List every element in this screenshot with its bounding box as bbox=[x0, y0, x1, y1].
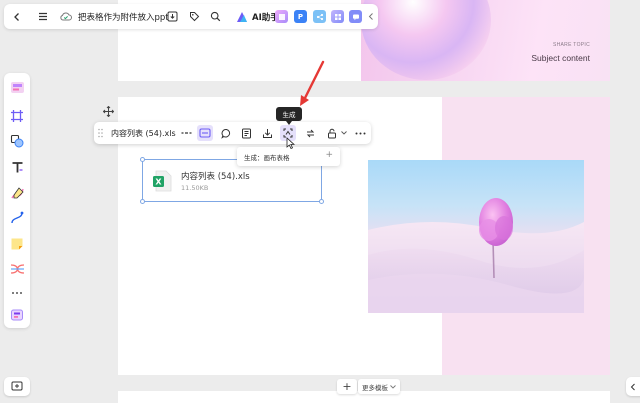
annotation-arrow-icon bbox=[298, 60, 328, 110]
pen-tool-icon[interactable] bbox=[8, 184, 26, 202]
tag-icon[interactable] bbox=[187, 9, 202, 24]
more-templates-chevron-icon bbox=[390, 384, 396, 389]
search-icon[interactable] bbox=[208, 9, 223, 24]
share-chip-icon[interactable] bbox=[313, 10, 326, 23]
chat-chip-icon[interactable] bbox=[349, 10, 362, 23]
more-options-icon[interactable] bbox=[352, 125, 368, 141]
text-tool-icon[interactable] bbox=[8, 158, 26, 176]
p-chip-icon[interactable]: P bbox=[294, 10, 307, 23]
move-handle-icon[interactable] bbox=[100, 103, 116, 119]
glass-orb-image bbox=[361, 0, 491, 80]
shape-tool-icon[interactable] bbox=[8, 132, 26, 150]
apps-tool-icon[interactable] bbox=[8, 306, 26, 324]
sticky-note-tool-icon[interactable] bbox=[8, 235, 26, 253]
doc-chip-icon[interactable] bbox=[275, 10, 288, 23]
left-tool-panel bbox=[4, 73, 30, 328]
menu-add-icon[interactable]: + bbox=[325, 150, 333, 160]
page-panel-icon bbox=[11, 381, 23, 391]
top-toolbar: 把表格作为附件放入ppt AI助手 P bbox=[4, 4, 378, 29]
subject-content-label: Subject content bbox=[531, 53, 590, 63]
add-page-button[interactable]: + bbox=[337, 379, 357, 394]
generate-menu: 生成：画布表格 + bbox=[237, 147, 340, 166]
more-templates-label: 更多模板 bbox=[362, 383, 388, 392]
mindmap-tool-icon[interactable] bbox=[8, 260, 26, 278]
convert-icon[interactable] bbox=[302, 125, 318, 141]
page-panel-button[interactable] bbox=[4, 377, 30, 396]
selection-toolbar: 内容列表 (54).xls bbox=[94, 122, 371, 144]
lock-icon[interactable] bbox=[324, 125, 340, 141]
document-title[interactable]: 把表格作为附件放入ppt bbox=[78, 11, 169, 23]
landscape-tree-image[interactable] bbox=[368, 160, 584, 313]
download-file-icon[interactable] bbox=[259, 125, 275, 141]
file-size: 11.50KB bbox=[181, 184, 209, 192]
chevron-left-icon bbox=[630, 383, 635, 390]
menu-icon[interactable] bbox=[35, 9, 50, 24]
excel-file-icon: X bbox=[152, 170, 172, 192]
right-panel-toggle[interactable] bbox=[626, 377, 640, 396]
line-style-icon[interactable] bbox=[178, 125, 194, 141]
resize-handle-bottom-right[interactable] bbox=[319, 199, 324, 204]
comment-icon[interactable] bbox=[218, 125, 234, 141]
download-icon[interactable] bbox=[165, 9, 180, 24]
selected-file-name[interactable]: 内容列表 (54).xls bbox=[111, 128, 176, 139]
more-tools-icon[interactable] bbox=[8, 284, 26, 302]
drag-grip-icon[interactable] bbox=[98, 128, 103, 138]
lock-chevron-down-icon[interactable] bbox=[341, 131, 347, 135]
ai-assistant-icon[interactable] bbox=[234, 9, 249, 24]
preview-icon[interactable] bbox=[238, 125, 254, 141]
collapse-chevron-icon[interactable] bbox=[363, 9, 378, 24]
generate-canvas-table-item[interactable]: 生成：画布表格 bbox=[244, 152, 290, 162]
frame-tool-icon[interactable] bbox=[8, 107, 26, 125]
slide-top-decoration: SHARE TOPIC Subject content bbox=[361, 0, 610, 81]
excel-badge-letter: X bbox=[155, 178, 162, 187]
connector-tool-icon[interactable] bbox=[8, 209, 26, 227]
file-name: 内容列表 (54).xls bbox=[181, 172, 250, 182]
resize-handle-top-left[interactable] bbox=[140, 157, 145, 162]
template-tool-icon[interactable] bbox=[8, 78, 26, 96]
card-style-icon[interactable] bbox=[197, 125, 213, 141]
share-topic-label: SHARE TOPIC bbox=[552, 42, 590, 48]
more-templates-button[interactable]: 更多模板 bbox=[358, 379, 400, 394]
grid-chip-icon[interactable] bbox=[331, 10, 344, 23]
back-icon[interactable] bbox=[9, 9, 24, 24]
resize-handle-bottom-left[interactable] bbox=[140, 199, 145, 204]
mouse-cursor-icon bbox=[286, 137, 295, 149]
cloud-synced-icon bbox=[58, 9, 73, 24]
